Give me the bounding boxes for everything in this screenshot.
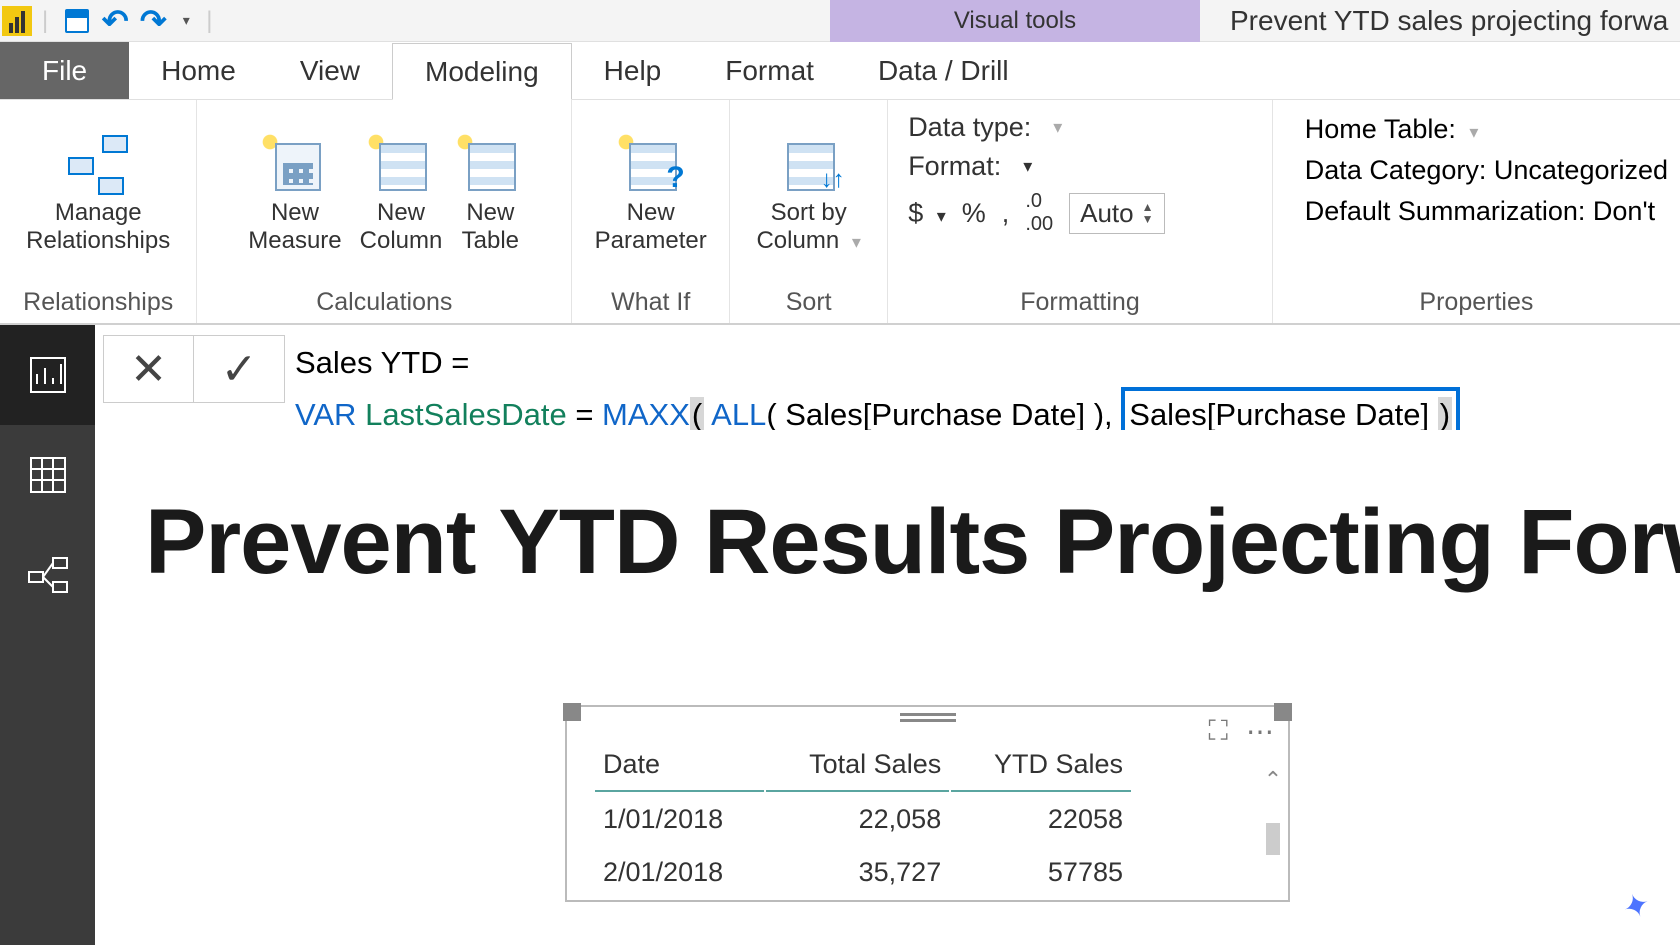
- view-rail: [0, 325, 95, 945]
- tab-datadrill[interactable]: Data / Drill: [846, 42, 1041, 99]
- decimal-places-input[interactable]: Auto ▲▼: [1069, 193, 1164, 234]
- parameter-icon: ?: [621, 137, 681, 193]
- formula-input[interactable]: Sales YTD = VAR LastSalesDate = MAXX( AL…: [295, 335, 1460, 443]
- new-parameter-button[interactable]: ? New Parameter: [595, 137, 707, 254]
- separator: |: [206, 7, 212, 35]
- sort-by-column-button[interactable]: ↓↑ Sort by Column ▾: [756, 137, 860, 254]
- col-date[interactable]: Date: [595, 739, 764, 792]
- percent-button[interactable]: %: [962, 198, 986, 229]
- save-button[interactable]: [58, 2, 96, 40]
- redo-button[interactable]: ↷: [134, 2, 172, 40]
- col-total-sales[interactable]: Total Sales: [766, 739, 950, 792]
- data-type-dropdown[interactable]: Data type:▾: [908, 112, 1252, 143]
- model-view-icon: [27, 554, 69, 596]
- scroll-thumb[interactable]: [1266, 823, 1280, 855]
- group-relationships: Relationships: [12, 284, 184, 319]
- table-row[interactable]: 1/01/201822,05822058: [595, 794, 1131, 845]
- scrollbar[interactable]: ⌃: [1262, 767, 1284, 900]
- report-view-icon: [27, 354, 69, 396]
- document-title: Prevent YTD sales projecting forwa: [1230, 5, 1668, 37]
- manage-relationships-button[interactable]: Manage Relationships: [26, 137, 170, 254]
- tab-format[interactable]: Format: [693, 42, 846, 99]
- commit-formula-button[interactable]: ✓: [194, 336, 284, 402]
- group-calculations: Calculations: [209, 284, 559, 319]
- tab-help[interactable]: Help: [572, 42, 694, 99]
- group-whatif: What If: [584, 284, 717, 319]
- table-visual[interactable]: ⛶ ⋯ Date Total Sales YTD Sales 1/01/2018…: [565, 705, 1290, 902]
- comma-button[interactable]: ,: [1002, 198, 1010, 229]
- relationships-icon: [68, 137, 128, 193]
- tab-view[interactable]: View: [268, 42, 392, 99]
- ribbon: Manage Relationships Relationships New M…: [0, 100, 1680, 325]
- default-summarization-dropdown[interactable]: Default Summarization: Don't: [1305, 196, 1668, 227]
- data-category-dropdown[interactable]: Data Category: Uncategorized: [1305, 155, 1668, 186]
- resize-handle[interactable]: [563, 703, 581, 721]
- currency-button[interactable]: $ ▾: [908, 198, 946, 229]
- format-dropdown[interactable]: Format:▾: [908, 151, 1252, 182]
- titlebar: | ↶ ↷ ▾ | Visual tools Prevent YTD sales…: [0, 0, 1680, 42]
- resize-handle[interactable]: [1274, 703, 1292, 721]
- ribbon-tabs: File Home View Modeling Help Format Data…: [0, 42, 1680, 100]
- app-icon: [2, 6, 32, 36]
- group-formatting: Formatting: [900, 284, 1260, 319]
- model-view-button[interactable]: [0, 525, 95, 625]
- data-view-button[interactable]: [0, 425, 95, 525]
- data-view-icon: [27, 454, 69, 496]
- sort-icon: ↓↑: [779, 137, 839, 193]
- new-column-button[interactable]: New Column: [360, 137, 443, 254]
- group-properties: Properties: [1285, 284, 1668, 319]
- context-tab-visual-tools[interactable]: Visual tools: [830, 0, 1200, 42]
- table-row[interactable]: 2/01/201835,72757785: [595, 847, 1131, 898]
- decimals-icon: .0.00: [1025, 190, 1053, 236]
- cancel-formula-button[interactable]: ✕: [104, 336, 194, 402]
- focus-mode-icon[interactable]: ⛶: [1208, 715, 1228, 748]
- new-table-button[interactable]: New Table: [460, 137, 520, 254]
- home-table-dropdown[interactable]: Home Table: ▾: [1305, 114, 1668, 145]
- page-title: Prevent YTD Results Projecting Forw: [145, 490, 1680, 595]
- data-table: Date Total Sales YTD Sales 1/01/201822,0…: [593, 737, 1133, 900]
- measure-icon: [265, 137, 325, 193]
- scroll-up-icon[interactable]: ⌃: [1262, 767, 1284, 793]
- undo-button[interactable]: ↶: [96, 2, 134, 40]
- tab-home[interactable]: Home: [129, 42, 268, 99]
- group-sort: Sort: [742, 284, 875, 319]
- qat-dropdown[interactable]: ▾: [172, 2, 196, 40]
- tab-modeling[interactable]: Modeling: [392, 43, 572, 100]
- report-view-button[interactable]: [0, 325, 95, 425]
- separator: |: [42, 7, 48, 35]
- col-ytd-sales[interactable]: YTD Sales: [951, 739, 1131, 792]
- table-icon: [460, 137, 520, 193]
- drag-handle[interactable]: [900, 713, 956, 723]
- new-measure-button[interactable]: New Measure: [248, 137, 341, 254]
- column-icon: [371, 137, 431, 193]
- tab-file[interactable]: File: [0, 42, 129, 99]
- more-options-icon[interactable]: ⋯: [1246, 715, 1274, 748]
